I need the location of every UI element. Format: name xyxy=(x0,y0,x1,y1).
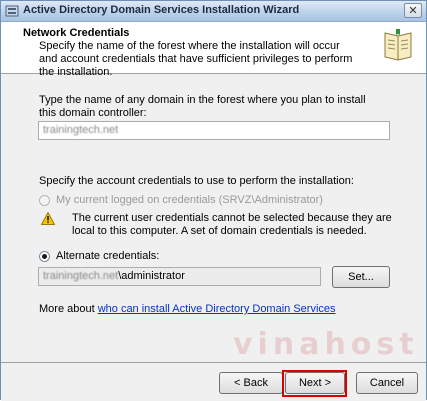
watermark-logo: vinahost xyxy=(233,327,419,362)
next-button-highlight xyxy=(282,370,347,397)
current-credentials-option[interactable]: My current logged on credentials (SRVZ\A… xyxy=(39,193,323,207)
close-icon: ✕ xyxy=(408,4,418,17)
domain-input[interactable]: trainingtech.net xyxy=(38,121,390,140)
alternate-domain-value: trainingtech.net xyxy=(43,270,119,282)
alternate-user-value: \administrator xyxy=(118,270,185,282)
warning-icon xyxy=(41,212,55,225)
alternate-credentials-radio[interactable] xyxy=(39,250,50,262)
set-button[interactable]: Set... xyxy=(332,266,390,288)
close-button[interactable]: ✕ xyxy=(404,3,422,18)
page-title: Network Credentials xyxy=(23,27,130,39)
domain-input-value: trainingtech.net xyxy=(43,124,119,136)
more-about-line: More about who can install Active Direct… xyxy=(39,303,336,315)
server-wizard-icon xyxy=(5,5,19,17)
wizard-header: Network Credentials Specify the name of … xyxy=(1,22,426,78)
back-button[interactable]: < Back xyxy=(219,372,283,394)
wizard-content: Type the name of any domain in the fores… xyxy=(1,74,426,361)
warning-text: The current user credentials cannot be s… xyxy=(72,212,392,237)
alternate-credentials-field[interactable]: trainingtech.net\administrator xyxy=(38,267,321,286)
credentials-prompt: Specify the account credentials to use t… xyxy=(39,175,354,187)
title-bar[interactable]: Active Directory Domain Services Install… xyxy=(1,1,426,22)
current-credentials-radio[interactable] xyxy=(39,194,50,206)
alternate-credentials-option[interactable]: Alternate credentials: xyxy=(39,249,159,263)
more-about-prefix: More about xyxy=(39,303,98,315)
who-can-install-link[interactable]: who can install Active Directory Domain … xyxy=(98,303,336,315)
alternate-credentials-label: Alternate credentials: xyxy=(56,250,160,262)
current-credentials-label: My current logged on credentials (SRVZ\A… xyxy=(56,194,323,206)
wizard-window: Active Directory Domain Services Install… xyxy=(0,0,427,401)
cancel-button[interactable]: Cancel xyxy=(356,372,418,394)
domain-prompt: Type the name of any domain in the fores… xyxy=(39,94,366,119)
window-title: Active Directory Domain Services Install… xyxy=(23,4,300,16)
book-icon xyxy=(384,29,412,61)
